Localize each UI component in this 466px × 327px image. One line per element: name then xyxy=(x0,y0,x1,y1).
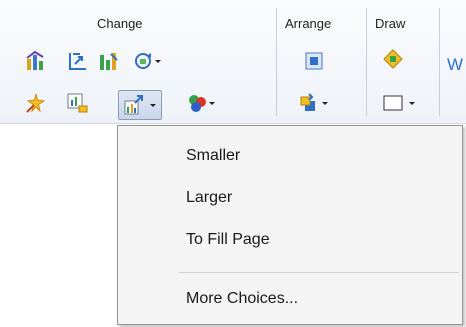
resize-button[interactable] xyxy=(123,94,145,116)
resize-dropdown-arrow[interactable] xyxy=(150,94,156,116)
color-scheme-button[interactable] xyxy=(186,92,208,114)
group-separator xyxy=(276,8,277,116)
menu-item-larger[interactable]: Larger xyxy=(118,178,462,218)
clipped-ribbon-text: W xyxy=(447,55,464,74)
group-separator xyxy=(439,8,440,116)
menu-item-label: To Fill Page xyxy=(186,231,270,248)
bring-forward-icon xyxy=(305,52,323,70)
rotate-button[interactable] xyxy=(132,50,154,72)
menu-item-label: More Choices... xyxy=(186,290,299,307)
rotate-dropdown-icon xyxy=(135,53,151,69)
menu-item-label: Larger xyxy=(186,189,233,206)
axis-titles-button[interactable] xyxy=(66,50,88,72)
rectangle-dropdown-icon xyxy=(383,95,403,111)
color-scheme-dropdown-icon xyxy=(189,95,206,112)
data-series-icon xyxy=(100,53,118,70)
menu-item-smaller[interactable]: Smaller xyxy=(118,136,462,176)
ribbon: Change Arrange Draw W xyxy=(0,0,466,124)
shape-fill-button[interactable] xyxy=(382,48,404,70)
rectangle-button[interactable] xyxy=(380,92,406,114)
menu-item-to-fill-page[interactable]: To Fill Page xyxy=(118,220,462,260)
bring-forward-button[interactable] xyxy=(303,50,325,72)
chart-data-icon xyxy=(67,93,88,113)
rectangle-dropdown-arrow[interactable] xyxy=(409,92,415,114)
menu-separator xyxy=(179,272,459,273)
shape-fill-icon xyxy=(383,49,403,69)
resize-dropdown-icon xyxy=(124,95,143,115)
chart-data-button[interactable] xyxy=(66,92,88,114)
chart-type-icon xyxy=(26,50,44,70)
group-label-change: Change xyxy=(97,16,143,31)
color-scheme-dropdown-arrow[interactable] xyxy=(209,92,215,114)
wizard-icon xyxy=(26,93,46,113)
chart-type-button[interactable] xyxy=(25,50,47,72)
chart-wizard-button[interactable] xyxy=(25,92,47,114)
rotate-dropdown-arrow[interactable] xyxy=(155,50,161,72)
group-separator xyxy=(366,8,367,116)
group-label-draw: Draw xyxy=(375,16,406,31)
axis-titles-icon xyxy=(69,53,86,70)
resize-dropdown-menu: Smaller Larger To Fill Page More Choices… xyxy=(117,125,463,325)
data-series-button[interactable] xyxy=(97,50,119,72)
position-button[interactable] xyxy=(298,92,320,114)
position-dropdown-arrow[interactable] xyxy=(322,92,328,114)
position-dropdown-icon xyxy=(300,93,315,111)
menu-item-more-choices[interactable]: More Choices... xyxy=(118,279,462,319)
group-label-arrange: Arrange xyxy=(285,16,332,31)
menu-item-label: Smaller xyxy=(186,147,241,164)
